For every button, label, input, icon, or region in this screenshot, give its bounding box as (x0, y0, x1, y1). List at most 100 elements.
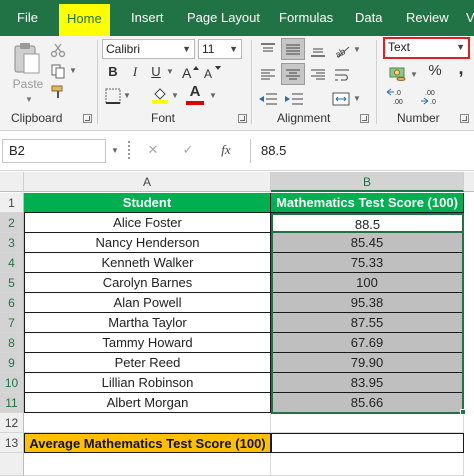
tab-home[interactable]: Home (59, 4, 110, 36)
underline-dropdown-icon[interactable]: ▼ (165, 64, 175, 80)
empty-cell[interactable] (271, 413, 464, 433)
font-color-dropdown-icon[interactable]: ▼ (208, 88, 218, 104)
formula-input[interactable]: 88.5 (250, 139, 474, 163)
italic-button[interactable]: I (129, 64, 141, 80)
column-header-c-partial[interactable] (464, 172, 474, 192)
bold-button[interactable]: B (107, 64, 119, 80)
copy-dropdown-icon[interactable]: ▼ (68, 63, 78, 79)
increase-decimal-icon[interactable]: .0 .00 (386, 87, 410, 107)
row-header[interactable]: 7 (0, 313, 24, 333)
score-cell[interactable]: 79.90 (271, 353, 464, 373)
row-header[interactable]: 2 (0, 213, 24, 233)
align-bottom-icon[interactable] (310, 42, 326, 58)
enter-icon[interactable]: ✓ (181, 142, 195, 158)
increase-indent-icon[interactable] (284, 91, 304, 107)
row-header[interactable]: 9 (0, 353, 24, 373)
empty-cell[interactable] (24, 453, 271, 476)
student-cell[interactable]: Martha Taylor (24, 313, 271, 333)
student-cell[interactable]: Carolyn Barnes (24, 273, 271, 293)
score-cell[interactable]: 95.38 (271, 293, 464, 313)
empty-cell[interactable] (24, 413, 271, 433)
align-top-icon[interactable] (260, 42, 276, 58)
accounting-dropdown-icon[interactable]: ▼ (409, 67, 419, 83)
header-cell-score[interactable]: Mathematics Test Score (100) (271, 193, 464, 213)
orientation-dropdown-icon[interactable]: ▼ (352, 42, 362, 58)
score-cell[interactable]: 87.55 (271, 313, 464, 333)
fill-handle[interactable] (460, 409, 466, 415)
cut-icon[interactable] (50, 42, 66, 58)
tab-data[interactable]: Data (355, 0, 382, 36)
orientation-icon[interactable]: ab (334, 42, 352, 58)
paste-dropdown-icon[interactable]: ▼ (14, 92, 44, 108)
fill-color-icon[interactable] (151, 86, 169, 104)
student-cell[interactable]: Alice Foster (24, 213, 271, 233)
percent-style-button[interactable]: % (427, 63, 443, 79)
font-launcher-icon[interactable] (238, 114, 247, 123)
row-header[interactable]: 13 (0, 433, 24, 453)
student-cell[interactable]: Albert Morgan (24, 393, 271, 413)
student-cell[interactable]: Alan Powell (24, 293, 271, 313)
average-value-cell[interactable] (271, 433, 464, 453)
font-size-select[interactable]: 11 ▼ (198, 39, 242, 59)
student-cell[interactable]: Lillian Robinson (24, 373, 271, 393)
row-header[interactable]: 11 (0, 393, 24, 413)
decrease-decimal-icon[interactable]: .00 .0 (420, 87, 444, 107)
tab-insert[interactable]: Insert (131, 0, 164, 36)
student-cell[interactable]: Peter Reed (24, 353, 271, 373)
row-header[interactable]: 6 (0, 293, 24, 313)
number-format-select[interactable]: Text ▼ (383, 37, 470, 59)
tab-review[interactable]: Review (406, 0, 449, 36)
accounting-format-icon[interactable] (389, 64, 407, 82)
insert-function-icon[interactable]: fx (218, 142, 234, 158)
score-cell[interactable]: 85.66 (271, 393, 464, 413)
select-all-corner[interactable] (0, 172, 24, 192)
header-cell-student[interactable]: Student (24, 193, 271, 213)
fill-color-dropdown-icon[interactable]: ▼ (170, 88, 180, 104)
score-cell[interactable]: 100 (271, 273, 464, 293)
decrease-indent-icon[interactable] (258, 91, 278, 107)
empty-cell[interactable] (271, 453, 464, 476)
format-painter-icon[interactable] (50, 84, 66, 100)
row-header[interactable]: 10 (0, 373, 24, 393)
font-name-select[interactable]: Calibri ▼ (102, 39, 195, 59)
score-cell[interactable]: 85.45 (271, 233, 464, 253)
align-right-icon[interactable] (310, 67, 326, 83)
row-header[interactable]: 3 (0, 233, 24, 253)
row-header[interactable]: 4 (0, 253, 24, 273)
student-cell[interactable]: Nancy Henderson (24, 233, 271, 253)
row-header-partial[interactable] (0, 453, 24, 476)
score-cell[interactable]: 88.5 (271, 213, 464, 233)
align-center-icon[interactable] (285, 67, 301, 83)
row-header[interactable]: 1 (0, 193, 24, 213)
align-middle-icon[interactable] (285, 42, 301, 58)
clipboard-launcher-icon[interactable] (83, 114, 92, 123)
student-cell[interactable]: Kenneth Walker (24, 253, 271, 273)
row-header[interactable]: 12 (0, 413, 24, 433)
name-box[interactable]: B2 (2, 139, 106, 163)
row-header[interactable]: 8 (0, 333, 24, 353)
name-box-dropdown-icon[interactable]: ▼ (110, 143, 120, 159)
decrease-font-icon[interactable]: A (203, 64, 221, 80)
font-color-button[interactable]: A (187, 84, 203, 100)
paste-icon[interactable] (12, 42, 42, 76)
borders-icon[interactable] (105, 88, 121, 104)
increase-font-icon[interactable]: A (181, 64, 199, 80)
cancel-icon[interactable]: ✕ (146, 142, 160, 158)
paste-label[interactable]: Paste (10, 76, 46, 92)
comma-style-button[interactable]: , (455, 59, 467, 77)
wrap-text-icon[interactable] (334, 67, 350, 83)
tab-view-truncated[interactable]: V (466, 0, 474, 36)
copy-icon[interactable] (50, 63, 66, 79)
formula-bar-grip[interactable] (128, 141, 130, 159)
score-cell[interactable]: 67.69 (271, 333, 464, 353)
merge-center-icon[interactable] (332, 91, 350, 107)
row-header[interactable]: 5 (0, 273, 24, 293)
underline-button[interactable]: U (150, 64, 162, 80)
score-cell[interactable]: 83.95 (271, 373, 464, 393)
borders-dropdown-icon[interactable]: ▼ (122, 88, 132, 104)
tab-formulas[interactable]: Formulas (279, 0, 333, 36)
average-label-cell[interactable]: Average Mathematics Test Score (100) (24, 433, 271, 453)
column-header-b[interactable]: B (271, 172, 464, 192)
score-cell[interactable]: 75.33 (271, 253, 464, 273)
alignment-launcher-icon[interactable] (360, 114, 369, 123)
